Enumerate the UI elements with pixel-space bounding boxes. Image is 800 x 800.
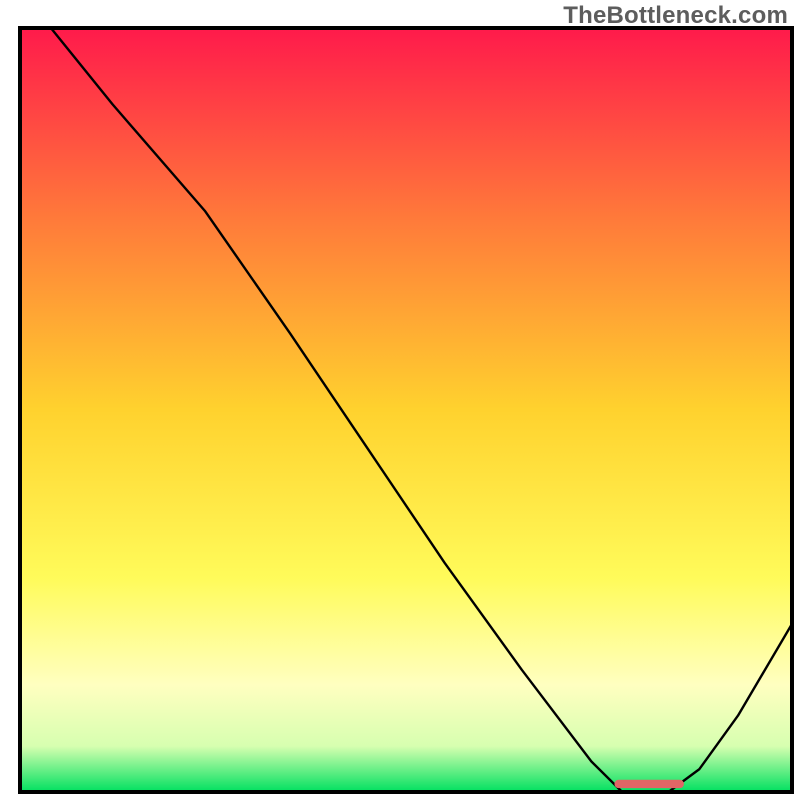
chart-container: TheBottleneck.com <box>0 0 800 800</box>
plot-area <box>20 28 792 792</box>
optimal-range-marker <box>614 780 683 788</box>
plot-background <box>20 28 792 792</box>
chart-svg <box>0 0 800 800</box>
